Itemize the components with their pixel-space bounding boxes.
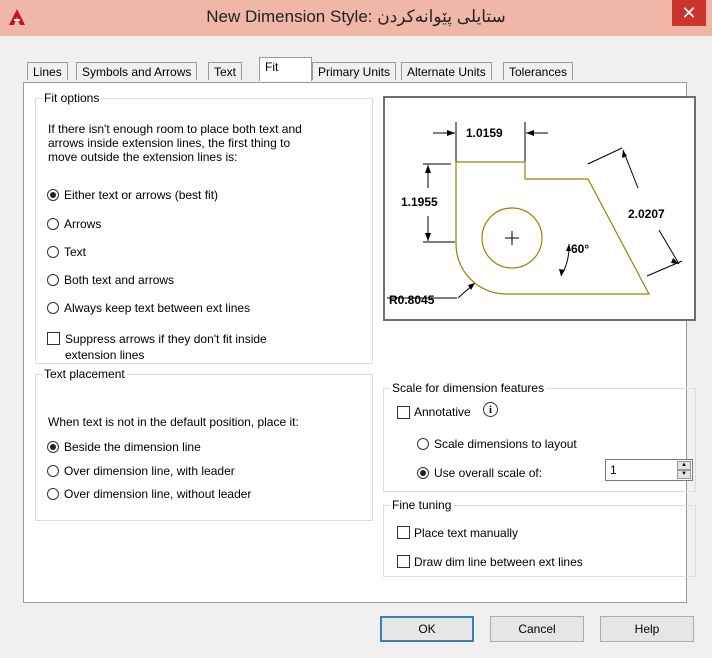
preview-dim-left: 1.1955 (401, 195, 438, 209)
label-both-text-and-arrows[interactable]: Both text and arrows (64, 273, 174, 287)
label-always-keep-text[interactable]: Always keep text between ext lines (64, 301, 250, 315)
label-arrows[interactable]: Arrows (64, 217, 101, 231)
close-button[interactable]: ✕ (672, 0, 706, 26)
tab-symbols-and-arrows[interactable]: Symbols and Arrows (76, 62, 198, 80)
preview-dim-right: 2.0207 (628, 207, 665, 221)
radio-text[interactable] (47, 246, 59, 258)
label-either-text-or-arrows[interactable]: Either text or arrows (best fit) (64, 188, 218, 202)
overall-scale-stepper[interactable]: 1 ▲ ▼ (605, 459, 693, 481)
label-scale-to-layout[interactable]: Scale dimensions to layout (434, 437, 577, 451)
cancel-button[interactable]: Cancel (490, 616, 584, 642)
fine-tuning-legend: Fine tuning (390, 498, 454, 512)
annotative-label[interactable]: Annotative (414, 405, 471, 419)
fit-intro-line-3: move outside the extension lines is: (48, 150, 238, 164)
preview-dim-radius: R0.8045 (389, 293, 435, 307)
draw-dim-line-label[interactable]: Draw dim line between ext lines (414, 555, 583, 569)
radio-both-text-and-arrows[interactable] (47, 274, 59, 286)
label-beside-dimension-line[interactable]: Beside the dimension line (64, 440, 201, 454)
suppress-arrows-label-line-1[interactable]: Suppress arrows if they don't fit inside (65, 332, 267, 346)
label-overall-scale[interactable]: Use overall scale of: (434, 466, 542, 480)
title-bar: New Dimension Style: ستایلی پێوانەکردن ✕ (0, 0, 712, 36)
tab-lines[interactable]: Lines (27, 62, 68, 80)
radio-either-text-or-arrows[interactable] (47, 189, 59, 201)
tab-tolerances[interactable]: Tolerances (503, 62, 574, 80)
place-text-manually-checkbox[interactable] (397, 526, 410, 539)
suppress-arrows-checkbox[interactable] (47, 332, 60, 345)
preview-dim-top: 1.0159 (466, 126, 503, 140)
stepper-up-icon[interactable]: ▲ (677, 461, 691, 470)
label-over-with-leader[interactable]: Over dimension line, with leader (64, 464, 235, 478)
stepper-buttons: ▲ ▼ (677, 461, 691, 479)
tab-alternate-units[interactable]: Alternate Units (401, 62, 492, 80)
tab-fit[interactable]: Fit (259, 57, 312, 81)
radio-scale-to-layout[interactable] (417, 438, 429, 450)
radio-always-keep-text[interactable] (47, 302, 59, 314)
window-title: New Dimension Style: ستایلی پێوانەکردن (206, 7, 506, 26)
dimension-preview: 1.0159 1.1955 2.0207 60° R0.8045 (383, 96, 696, 321)
radio-overall-scale[interactable] (417, 467, 429, 479)
text-placement-legend: Text placement (42, 367, 127, 381)
ok-button[interactable]: OK (380, 616, 474, 642)
fit-options-legend: Fit options (42, 91, 102, 105)
preview-drawing: 1.0159 1.1955 2.0207 60° R0.8045 (387, 122, 683, 307)
preview-dim-angle: 60° (571, 242, 589, 256)
fit-intro-line-2: arrows inside extension lines, the first… (48, 136, 291, 150)
fit-intro-line-1: If there isn't enough room to place both… (48, 122, 302, 136)
tab-primary-units[interactable]: Primary Units (312, 62, 397, 80)
annotative-checkbox[interactable] (397, 406, 410, 419)
text-placement-intro: When text is not in the default position… (48, 415, 299, 429)
draw-dim-line-checkbox[interactable] (397, 555, 410, 568)
label-text[interactable]: Text (64, 245, 86, 259)
help-button[interactable]: Help (600, 616, 694, 642)
suppress-arrows-label-line-2[interactable]: extension lines (65, 348, 144, 362)
radio-arrows[interactable] (47, 218, 59, 230)
tab-text[interactable]: Text (208, 62, 243, 80)
radio-over-with-leader[interactable] (47, 465, 59, 477)
radio-beside-dimension-line[interactable] (47, 441, 59, 453)
label-over-without-leader[interactable]: Over dimension line, without leader (64, 487, 251, 501)
overall-scale-value[interactable]: 1 (610, 463, 617, 477)
radio-over-without-leader[interactable] (47, 488, 59, 500)
stepper-down-icon[interactable]: ▼ (677, 470, 691, 479)
scale-legend: Scale for dimension features (390, 381, 547, 395)
place-text-manually-label[interactable]: Place text manually (414, 526, 518, 540)
info-icon[interactable]: i (483, 402, 498, 417)
